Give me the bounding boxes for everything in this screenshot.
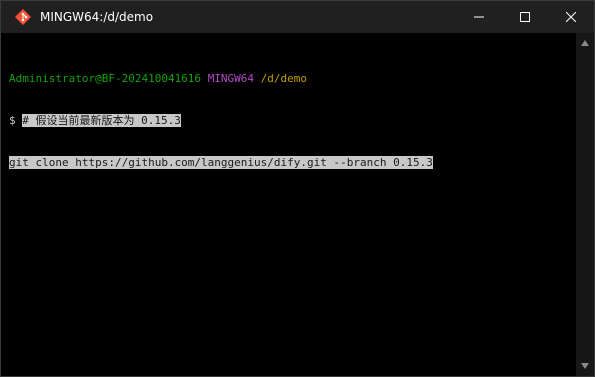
prompt-symbol: $ (9, 114, 16, 127)
git-bash-icon (14, 8, 32, 26)
prompt-line: Administrator@BF-202410041616 MINGW64 /d… (9, 72, 576, 86)
window-title: MINGW64:/d/demo (40, 10, 154, 24)
command-line-comment: $ # 假设当前最新版本为 0.15.3 (9, 114, 576, 128)
minimize-button[interactable] (456, 1, 502, 33)
terminal-window: MINGW64:/d/demo Administrator@BF-2024100… (0, 0, 595, 377)
terminal-output[interactable]: Administrator@BF-202410041616 MINGW64 /d… (1, 33, 576, 376)
title-bar[interactable]: MINGW64:/d/demo (1, 1, 594, 33)
chevron-up-icon (581, 40, 589, 46)
command-line-clone: git clone https://github.com/langgenius/… (9, 156, 576, 170)
scroll-down-button[interactable] (576, 358, 594, 374)
selected-comment-text[interactable]: # 假设当前最新版本为 0.15.3 (22, 114, 181, 127)
maximize-button[interactable] (502, 1, 548, 33)
prompt-user: Administrator@BF-202410041616 (9, 72, 202, 85)
chevron-down-icon (581, 363, 589, 369)
scroll-up-button[interactable] (576, 35, 594, 51)
vertical-scrollbar[interactable] (576, 33, 594, 376)
minimize-icon (474, 16, 484, 18)
selected-git-clone-text[interactable]: git clone https://github.com/langgenius/… (9, 156, 433, 169)
maximize-icon (520, 12, 530, 22)
close-icon (566, 12, 576, 22)
prompt-shell: MINGW64 (207, 72, 255, 85)
prompt-path: /d/demo (260, 72, 308, 85)
close-button[interactable] (548, 1, 594, 33)
